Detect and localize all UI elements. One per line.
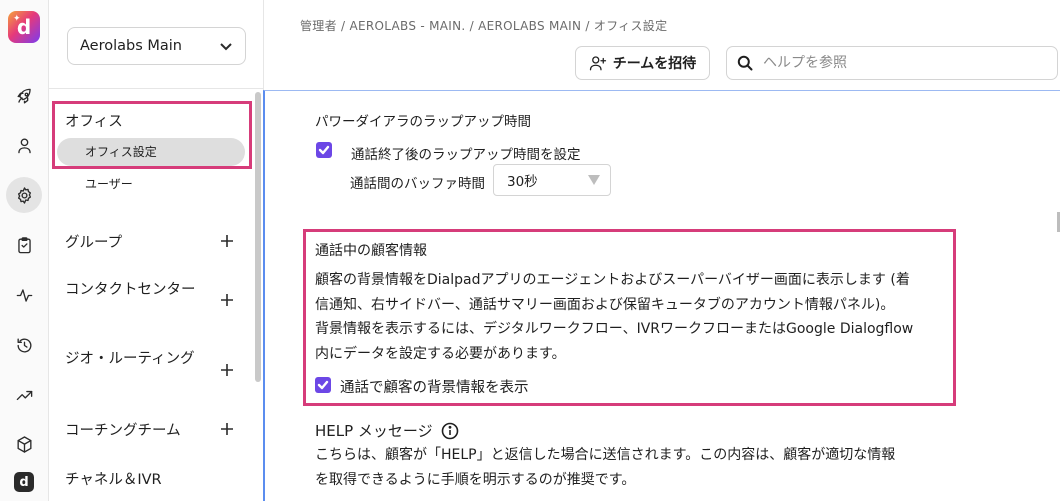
nav-item-office-settings[interactable]: オフィス設定	[57, 138, 245, 166]
invite-team-label: チームを招待	[612, 56, 697, 72]
activity-icon[interactable]	[6, 277, 42, 313]
buffer-time-label: 通話間のバッファ時間	[350, 176, 485, 192]
person-icon[interactable]	[6, 127, 42, 163]
customer-info-title: 通話中の顧客情報	[315, 243, 427, 259]
settings-nav: Aerolabs Main オフィス オフィス設定 ユーザー グループ コンタク…	[49, 0, 264, 501]
history-icon[interactable]	[6, 327, 42, 363]
help-description-line: を取得できるように手順を明示するのが推奨です。	[315, 471, 636, 488]
nav-section-office[interactable]: オフィス	[65, 110, 123, 131]
help-message-description: こちらは、顧客が「HELP」と返信した場合に送信されます。この内容は、顧客が適切…	[315, 443, 955, 492]
description-line: 信通知、右サイドバー、通話サマリー画面および保留キュータブのアカウント情報パネル…	[315, 296, 895, 313]
check-icon	[317, 380, 329, 390]
add-group-icon[interactable]	[220, 233, 234, 247]
clipboard-icon[interactable]	[6, 227, 42, 263]
dropdown-arrow-icon	[588, 175, 600, 185]
sparkle-icon: ✦	[13, 14, 21, 24]
customer-info-description: 顧客の背景情報をDialpadアプリのエージェントおよびスーパーバイザー画面に表…	[315, 268, 947, 366]
add-geo-routing-icon[interactable]	[220, 362, 234, 376]
help-search[interactable]	[726, 46, 1058, 80]
nav-section-contact-center[interactable]: コンタクトセンター	[65, 279, 200, 301]
invite-team-button[interactable]: チームを招待	[575, 46, 710, 80]
search-input[interactable]	[763, 55, 1043, 71]
workspace-selector[interactable]: Aerolabs Main	[67, 27, 246, 65]
chevron-down-icon	[219, 39, 233, 53]
trending-icon[interactable]	[6, 377, 42, 413]
rocket-icon[interactable]	[6, 78, 42, 114]
help-description-line: こちらは、顧客が「HELP」と返信した場合に送信されます。この内容は、顧客が適切…	[315, 447, 896, 463]
wrapup-checkbox[interactable]	[316, 142, 332, 158]
nav-section-channels-ivr[interactable]: チャネル＆IVR	[65, 468, 162, 489]
cube-icon[interactable]	[6, 426, 42, 462]
help-message-title: HELP メッセージ	[315, 420, 459, 441]
nav-scrollbar[interactable]	[255, 92, 261, 382]
app-rail: ✦ d d	[0, 0, 49, 501]
search-icon	[737, 55, 753, 71]
workspace-name: Aerolabs Main	[80, 38, 182, 54]
nav-section-groups[interactable]: グループ	[65, 231, 122, 252]
nav-section-geo-routing[interactable]: ジオ・ルーティング	[65, 348, 200, 370]
customer-info-checkbox-label[interactable]: 通話で顧客の背景情報を表示	[340, 376, 529, 397]
wrapup-section-title: パワーダイアラのラップアップ時間	[315, 114, 531, 130]
gear-icon[interactable]	[6, 177, 42, 213]
dialpad-app-letter: d	[19, 474, 29, 490]
dialpad-app-icon[interactable]: d	[14, 472, 34, 492]
customer-info-checkbox[interactable]	[315, 377, 331, 393]
description-line: 顧客の背景情報をDialpadアプリのエージェントおよびスーパーバイザー画面に表…	[315, 272, 910, 288]
dialpad-logo[interactable]: ✦ d	[8, 11, 40, 43]
check-icon	[318, 145, 330, 155]
buffer-time-select[interactable]: 30秒	[493, 164, 611, 196]
add-person-icon	[589, 56, 606, 71]
add-coaching-team-icon[interactable]	[220, 421, 234, 435]
buffer-time-value: 30秒	[507, 174, 538, 190]
nav-section-coaching-team[interactable]: コーチングチーム	[65, 419, 181, 440]
description-line: 内にデータを設定する必要があります。	[315, 345, 566, 362]
wrapup-checkbox-label[interactable]: 通話終了後のラップアップ時間を設定	[351, 143, 581, 163]
description-line: 背景情報を表示するには、デジタルワークフロー、IVRワークフローまたはGoogl…	[315, 321, 914, 337]
add-contact-center-icon[interactable]	[220, 292, 234, 306]
nav-item-users[interactable]: ユーザー	[85, 175, 133, 192]
help-message-title-text: HELP メッセージ	[315, 422, 433, 440]
breadcrumb[interactable]: 管理者 / AEROLABS - MAIN. / AEROLABS MAIN /…	[300, 17, 667, 34]
info-icon[interactable]	[441, 422, 459, 440]
nav-divider	[49, 88, 264, 89]
